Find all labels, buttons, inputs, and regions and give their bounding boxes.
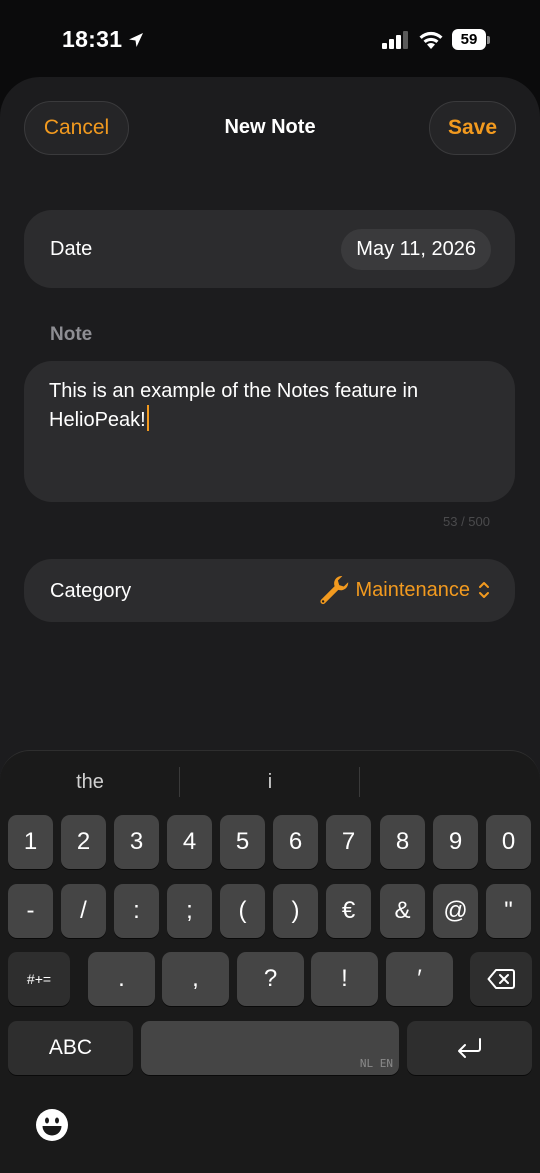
suggestion-1[interactable]: the xyxy=(0,771,180,794)
return-icon xyxy=(457,1038,481,1058)
key-more-symbols[interactable]: #+= xyxy=(8,952,70,1006)
status-time: 18:31 xyxy=(62,26,123,52)
note-text-area[interactable]: This is an example of the Notes feature … xyxy=(24,361,515,502)
abc-key[interactable]: ABC xyxy=(8,1021,133,1075)
battery-tip xyxy=(487,36,490,44)
suggestion-divider xyxy=(359,767,360,797)
chevron-up-down-icon xyxy=(479,582,489,598)
return-key[interactable] xyxy=(407,1021,532,1075)
key-3[interactable]: 3 xyxy=(114,815,159,869)
key-close-paren[interactable]: ) xyxy=(273,884,318,938)
key-6[interactable]: 6 xyxy=(273,815,318,869)
key-0[interactable]: 0 xyxy=(486,815,531,869)
text-cursor xyxy=(146,405,149,431)
key-8[interactable]: 8 xyxy=(380,815,425,869)
date-label: Date xyxy=(50,238,93,260)
wrench-icon xyxy=(320,576,349,605)
category-label: Category xyxy=(50,580,132,602)
date-row: Date May 11, 2026 xyxy=(24,210,515,288)
key-comma[interactable]: , xyxy=(162,952,229,1006)
save-button[interactable]: Save xyxy=(429,101,516,155)
emoji-icon[interactable] xyxy=(35,1108,69,1142)
key-hyphen[interactable]: - xyxy=(8,884,53,938)
key-semicolon[interactable]: ; xyxy=(167,884,212,938)
space-key[interactable]: NL EN xyxy=(141,1021,399,1075)
key-quote[interactable]: " xyxy=(486,884,531,938)
screen: 18:31 59 Cancel New Note Save Date May 1 xyxy=(0,0,540,1173)
key-exclamation[interactable]: ! xyxy=(311,952,378,1006)
key-2[interactable]: 2 xyxy=(61,815,106,869)
category-value: Maintenance xyxy=(355,578,470,601)
note-section-header: Note xyxy=(50,324,93,345)
key-apostrophe[interactable]: ′ xyxy=(386,952,453,1006)
key-1[interactable]: 1 xyxy=(8,815,53,869)
key-7[interactable]: 7 xyxy=(326,815,371,869)
key-colon[interactable]: : xyxy=(114,884,159,938)
key-question[interactable]: ? xyxy=(237,952,304,1006)
key-4[interactable]: 4 xyxy=(167,815,212,869)
cellular-signal-icon xyxy=(382,31,408,49)
key-open-paren[interactable]: ( xyxy=(220,884,265,938)
wifi-icon xyxy=(419,31,443,49)
key-ampersand[interactable]: & xyxy=(380,884,425,938)
character-count: 53 / 500 xyxy=(443,514,490,529)
battery-icon: 59 xyxy=(452,29,492,51)
delete-backspace-icon xyxy=(487,969,515,989)
key-5[interactable]: 5 xyxy=(220,815,265,869)
keyboard: the i 1 2 3 4 5 6 7 8 9 0 - / : ; ( ) € … xyxy=(0,750,540,1173)
category-picker[interactable]: Maintenance xyxy=(317,573,491,607)
date-picker-button[interactable]: May 11, 2026 xyxy=(341,229,491,270)
delete-key[interactable] xyxy=(470,952,532,1006)
note-text-content: This is an example of the Notes feature … xyxy=(49,378,489,434)
status-time-group: 18:31 xyxy=(62,26,146,53)
key-period[interactable]: . xyxy=(88,952,155,1006)
location-arrow-icon xyxy=(129,32,144,47)
key-euro[interactable]: € xyxy=(326,884,371,938)
note-text-value: This is an example of the Notes feature … xyxy=(49,380,419,431)
status-bar: 18:31 59 xyxy=(0,0,540,78)
key-9[interactable]: 9 xyxy=(433,815,478,869)
category-row[interactable]: Category Maintenance xyxy=(24,559,515,622)
battery-level: 59 xyxy=(452,29,486,50)
key-slash[interactable]: / xyxy=(61,884,106,938)
space-language-hint: NL EN xyxy=(359,1057,393,1070)
key-at[interactable]: @ xyxy=(433,884,478,938)
suggestion-2[interactable]: i xyxy=(180,771,360,794)
